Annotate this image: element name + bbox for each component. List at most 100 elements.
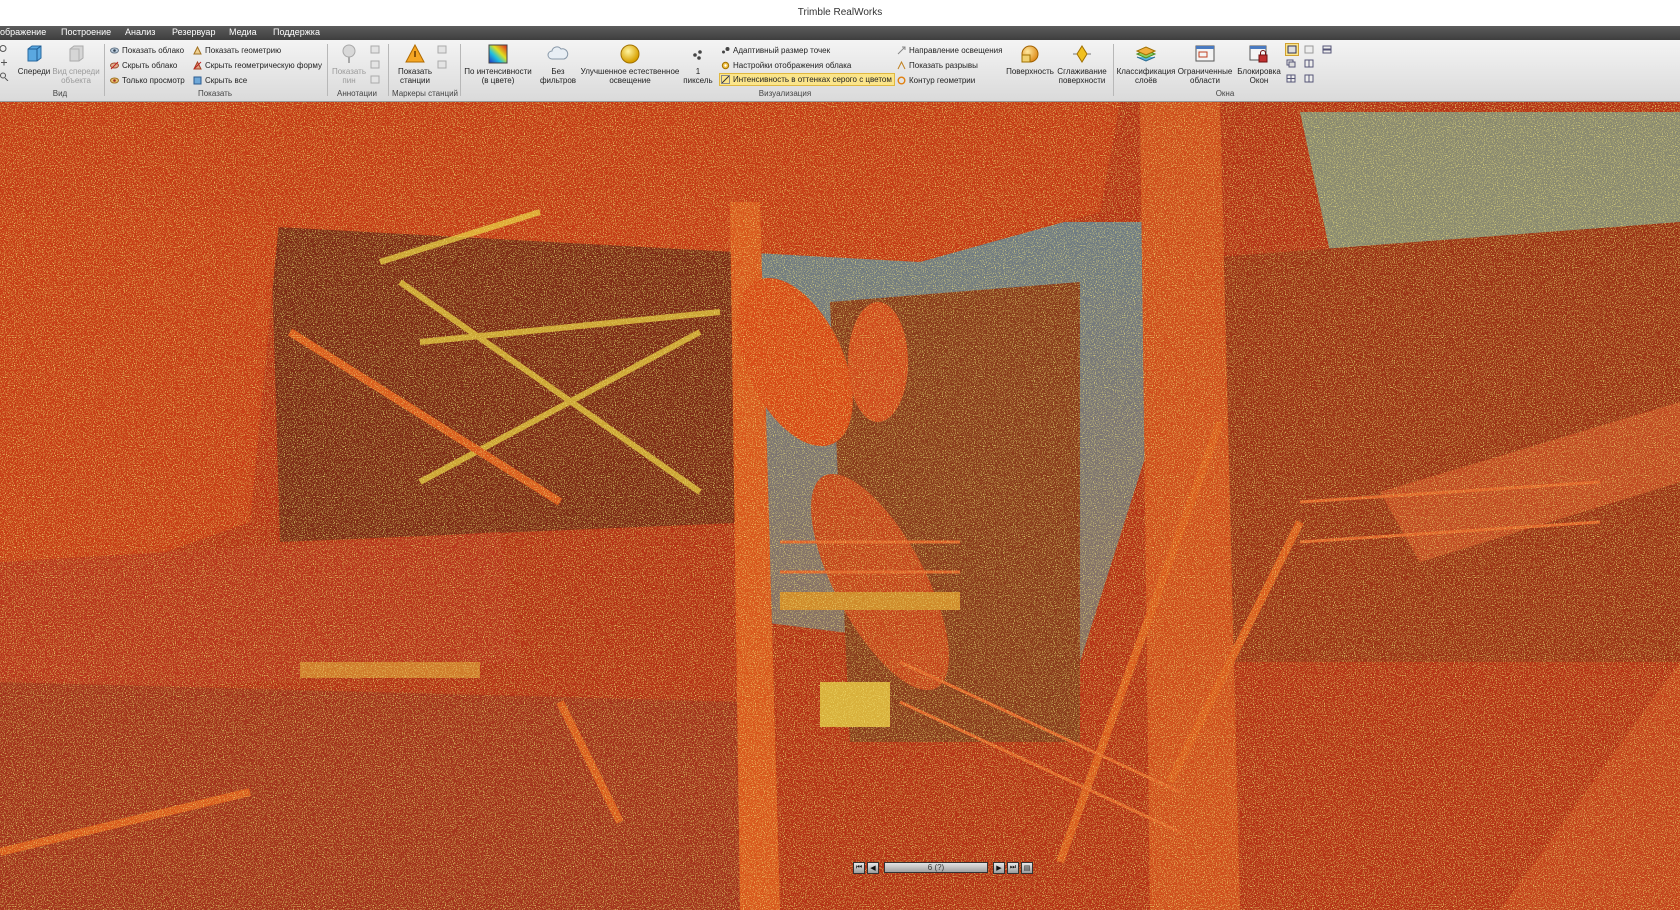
front-view-label: Спереди [17, 67, 51, 76]
show-gaps-button[interactable]: Показать разрывы [896, 59, 980, 72]
group-label-visualization: Визуализация [758, 89, 812, 98]
geometry-hide-icon [193, 61, 202, 70]
gray-color-intensity-icon [721, 75, 730, 84]
menu-support[interactable]: Поддержка [273, 27, 320, 37]
show-pin-label-2: пин [342, 76, 356, 85]
layout-quad-icon[interactable] [1304, 74, 1314, 83]
first-station-button[interactable]: ⏮ [853, 861, 865, 874]
show-geometry-label: Показать геометрию [205, 46, 282, 55]
object-front-view-button[interactable]: Вид спереди объекта [52, 42, 100, 85]
show-cloud-button[interactable]: Показать облако [109, 44, 186, 57]
enhanced-lighting-label-1: Улучшенное естественное [580, 67, 680, 76]
geometry-contour-button[interactable]: Контур геометрии [896, 74, 977, 87]
gaps-icon [897, 61, 906, 70]
surface-button[interactable]: Поверхность [1004, 42, 1056, 76]
cloud-display-settings-label: Настройки отображения облака [733, 61, 852, 70]
layer-classification-button[interactable]: Классификация слоёв [1116, 42, 1176, 85]
by-intensity-color-button[interactable]: По интенсивности (в цвете) [463, 42, 533, 85]
cloud-icon [547, 46, 569, 60]
menu-media[interactable]: Медиа [229, 27, 257, 37]
hide-geometry-form-button[interactable]: Скрыть геометрическую форму [192, 59, 324, 72]
layers-icon [1135, 46, 1157, 62]
menu-analysis[interactable]: Анализ [125, 27, 155, 37]
next-station-button[interactable]: ▶ [993, 861, 1005, 874]
point-cloud-scene [0, 102, 1680, 910]
no-filters-label-2: фильтров [539, 76, 577, 85]
pan-icon[interactable] [0, 58, 10, 67]
station-slider[interactable]: 6 (?) [884, 862, 988, 873]
zoom-icon[interactable] [0, 72, 10, 81]
limit-box-window-icon [1195, 45, 1215, 62]
gray-intensity-color-button[interactable]: Интенсивность в оттенках серого с цветом [719, 73, 895, 86]
layout-stack-icon[interactable] [1322, 45, 1332, 54]
layout-split-icon[interactable] [1304, 45, 1314, 54]
show-stations-label-1: Показать [397, 67, 432, 76]
group-label-view: Вид [52, 89, 68, 98]
orbit-icon[interactable] [0, 44, 10, 53]
prev-station-button[interactable]: ◀ [867, 861, 879, 874]
adaptive-points-icon [722, 47, 730, 54]
lock-windows-label-2: Окон [1249, 76, 1269, 85]
hide-all-button[interactable]: Скрыть все [192, 74, 249, 87]
last-station-button[interactable]: ⏭ [1007, 861, 1019, 874]
layout-tile-icon[interactable] [1304, 59, 1314, 68]
geometry-show-icon [193, 46, 202, 55]
station-option-icon[interactable] [437, 45, 447, 54]
adaptive-point-size-label: Адаптивный размер точек [733, 46, 831, 55]
separator [388, 44, 389, 96]
enhanced-lighting-button[interactable]: Улучшенное естественное освещение [580, 42, 680, 85]
separator [327, 44, 328, 96]
group-label-annotations: Аннотации [337, 89, 377, 98]
view-only-button[interactable]: Только просмотр [109, 74, 187, 87]
point-cloud-viewport[interactable] [0, 102, 1680, 910]
menu-tank[interactable]: Резервуар [172, 27, 215, 37]
ribbon-toolbar: Спереди Вид спереди объекта Вид Показать… [0, 40, 1680, 102]
points-icon [693, 50, 702, 60]
layout-cascade-icon[interactable] [1286, 59, 1296, 68]
hide-cloud-button[interactable]: Скрыть облако [109, 59, 179, 72]
station-navigation-bar: ⏮ ◀ 6 (?) ▶ ⏭ ▤ [853, 860, 1063, 875]
light-direction-button[interactable]: Направление освещения [896, 44, 1004, 57]
show-geometry-button[interactable]: Показать геометрию [192, 44, 283, 57]
lock-windows-button[interactable]: Блокировка Окон [1234, 42, 1284, 85]
no-filters-button[interactable]: Без фильтров [535, 42, 581, 85]
point-size-label-1: 1 [695, 67, 701, 76]
layout-single-icon[interactable] [1285, 43, 1299, 56]
front-view-button[interactable]: Спереди [17, 42, 51, 76]
station-list-icon[interactable]: ▤ [1021, 861, 1033, 874]
show-stations-button[interactable]: Показать станции [394, 42, 436, 85]
menu-display[interactable]: ображение [0, 27, 46, 37]
annotation-add-icon[interactable] [370, 45, 380, 54]
surface-label: Поверхность [1006, 67, 1054, 76]
show-pin-button[interactable]: Показать пин [330, 42, 368, 85]
cube-front-icon [27, 45, 42, 62]
limiting-boxes-label-1: Ограниченные [1177, 67, 1233, 76]
light-direction-icon [897, 46, 906, 55]
show-cloud-label: Показать облако [122, 46, 185, 55]
contour-icon [897, 76, 906, 85]
by-intensity-label-2: (в цвете) [481, 76, 515, 85]
show-pin-label-1: Показать [331, 67, 366, 76]
by-intensity-label-1: По интенсивности [464, 67, 532, 76]
light-direction-label: Направление освещения [909, 46, 1003, 55]
object-front-view-label-1: Вид спереди [52, 67, 100, 76]
group-label-windows: Окна [1215, 89, 1235, 98]
limiting-boxes-button[interactable]: Ограниченные области [1176, 42, 1234, 85]
separator [460, 44, 461, 96]
smoothing-label-1: Сглаживание [1057, 67, 1107, 76]
show-gaps-label: Показать разрывы [909, 61, 978, 70]
separator [1113, 44, 1114, 96]
annotation-edit-icon[interactable] [370, 60, 380, 69]
surface-sphere-icon [1021, 45, 1039, 63]
pin-icon [342, 44, 356, 63]
cloud-display-settings-button[interactable]: Настройки отображения облака [720, 59, 853, 72]
view-only-label: Только просмотр [122, 76, 185, 85]
menu-construction[interactable]: Построение [61, 27, 111, 37]
station-triangle-icon [405, 43, 425, 63]
annotation-delete-icon[interactable] [370, 75, 380, 84]
point-size-button[interactable]: 1 пиксель [678, 42, 718, 85]
layout-grid-icon[interactable] [1286, 74, 1296, 83]
adaptive-point-size-button[interactable]: Адаптивный размер точек [720, 44, 832, 57]
surface-smoothing-button[interactable]: Сглаживание поверхности [1053, 42, 1111, 85]
station-option-icon[interactable] [437, 60, 447, 69]
